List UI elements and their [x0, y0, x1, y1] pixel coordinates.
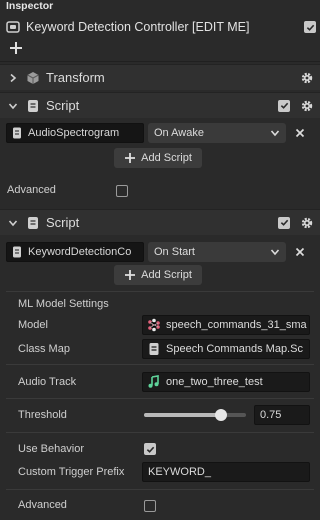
script1-advanced-checkbox[interactable]: [116, 185, 128, 197]
transform-icon: [27, 71, 39, 84]
threshold-slider[interactable]: [144, 409, 246, 421]
use-behavior-checkbox[interactable]: [144, 443, 156, 455]
trigger-prefix-label: Custom Trigger Prefix: [18, 466, 125, 478]
model-field[interactable]: speech_commands_31_sma: [142, 315, 310, 335]
gear-icon[interactable]: [300, 216, 314, 230]
script-icon: [28, 99, 38, 112]
script-icon: [13, 127, 21, 139]
inspector-panel: Inspector Keyword Detection Controller […: [0, 0, 320, 520]
classmap-field[interactable]: Speech Commands Map.Sc: [142, 339, 310, 359]
divider: [6, 364, 314, 365]
gear-icon[interactable]: [300, 99, 314, 113]
script1-event-dropdown[interactable]: On Awake: [148, 123, 286, 143]
script2-advanced-label: Advanced: [18, 499, 67, 511]
script1-add-script-button[interactable]: Add Script: [114, 148, 202, 168]
script2-name: KeywordDetectionCo: [28, 246, 132, 258]
threshold-slider-fill: [144, 413, 221, 417]
model-icon: [148, 318, 160, 332]
script2-body: KeywordDetectionCo On Start Add Script M…: [0, 235, 320, 520]
add-component-button[interactable]: [9, 41, 23, 55]
transform-section-header[interactable]: Transform: [0, 64, 320, 90]
inspector-title: Inspector: [6, 0, 54, 12]
threshold-slider-thumb[interactable]: [215, 409, 227, 421]
script1-title: Script: [46, 98, 80, 113]
script2-title: Script: [46, 215, 80, 230]
script1-advanced-label: Advanced: [7, 184, 56, 196]
divider: [6, 398, 314, 399]
use-behavior-label: Use Behavior: [18, 443, 85, 455]
divider: [6, 291, 314, 292]
script2-section-header[interactable]: Script: [0, 209, 320, 235]
close-icon[interactable]: [295, 128, 305, 138]
divider: [6, 432, 314, 433]
divider: [6, 489, 314, 490]
chevron-down-icon: [270, 249, 280, 256]
classmap-value: Speech Commands Map.Sc: [166, 343, 303, 355]
audio-track-label: Audio Track: [18, 376, 77, 388]
plus-icon: [125, 270, 136, 280]
model-label: Model: [18, 319, 48, 331]
chevron-right-icon[interactable]: [8, 73, 18, 83]
close-icon[interactable]: [295, 247, 305, 257]
script2-advanced-checkbox[interactable]: [144, 500, 156, 512]
ml-settings-label: ML Model Settings: [18, 298, 109, 310]
object-name[interactable]: Keyword Detection Controller [EDIT ME]: [26, 20, 304, 34]
inspector-header: Inspector Keyword Detection Controller […: [0, 0, 320, 62]
add-script-label: Add Script: [141, 269, 192, 281]
chevron-down-icon[interactable]: [8, 101, 18, 111]
audio-track-value: one_two_three_test: [166, 376, 263, 388]
script1-name: AudioSpectrogram: [28, 127, 120, 139]
script-icon: [28, 216, 38, 229]
plus-icon: [125, 153, 136, 163]
object-row: Keyword Detection Controller [EDIT ME]: [4, 16, 316, 38]
classmap-label: Class Map: [18, 343, 70, 355]
script2-asset-field[interactable]: KeywordDetectionCo: [6, 242, 144, 262]
script-icon: [13, 246, 21, 258]
script-icon: [149, 343, 159, 355]
chevron-down-icon[interactable]: [8, 218, 18, 228]
gear-icon[interactable]: [300, 71, 314, 85]
script2-event-dropdown[interactable]: On Start: [148, 242, 286, 262]
script2-add-script-button[interactable]: Add Script: [114, 265, 202, 285]
chevron-down-icon: [270, 130, 280, 137]
threshold-input[interactable]: 0.75: [254, 405, 310, 425]
transform-title: Transform: [46, 70, 105, 85]
script1-asset-field[interactable]: AudioSpectrogram: [6, 123, 144, 143]
script1-enabled-checkbox[interactable]: [278, 99, 290, 112]
trigger-prefix-input[interactable]: KEYWORD_: [142, 462, 310, 482]
object-icon: [6, 21, 20, 33]
script2-enabled-checkbox[interactable]: [278, 216, 290, 229]
script1-body: AudioSpectrogram On Awake Add Script Adv…: [0, 118, 320, 206]
script1-section-header[interactable]: Script: [0, 92, 320, 118]
threshold-label: Threshold: [18, 409, 67, 421]
audio-track-field[interactable]: one_two_three_test: [142, 372, 310, 392]
audio-icon: [148, 375, 159, 388]
add-script-label: Add Script: [141, 152, 192, 164]
object-enabled-checkbox[interactable]: [304, 21, 316, 33]
script1-event-value: On Awake: [154, 127, 204, 139]
model-value: speech_commands_31_sma: [166, 319, 307, 331]
script2-event-value: On Start: [154, 246, 195, 258]
